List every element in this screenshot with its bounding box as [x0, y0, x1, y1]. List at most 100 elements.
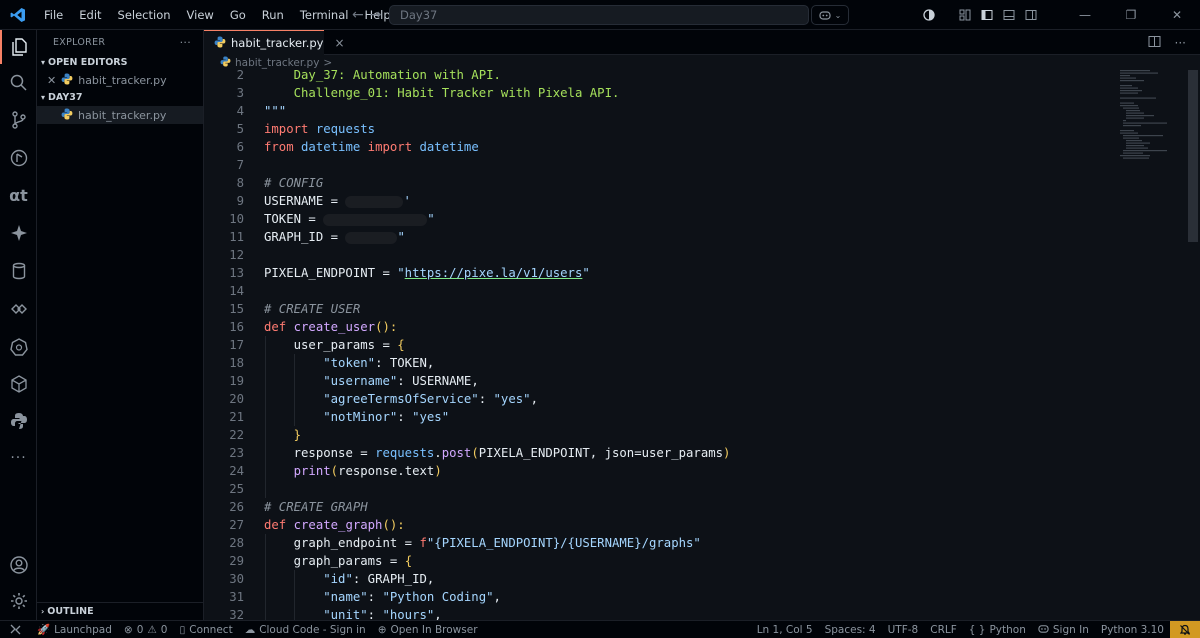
menu-go[interactable]: Go — [222, 0, 254, 30]
title-right-controls: — ❐ ✕ — [918, 0, 1200, 30]
code-line: 32 "unit": "hours", — [229, 608, 442, 620]
open-editor-item[interactable]: ✕ habit_tracker.py — [37, 71, 203, 89]
remote-explorer-icon[interactable] — [0, 292, 37, 326]
indentation[interactable]: Spaces: 4 — [819, 621, 882, 638]
explorer-header: EXPLORER ··· — [37, 30, 203, 54]
code-line: 31 "name": "Python Coding", — [229, 590, 501, 604]
encoding[interactable]: UTF-8 — [882, 621, 925, 638]
split-editor-icon[interactable] — [1148, 35, 1161, 51]
toggle-secondary-sidebar-icon[interactable] — [1020, 0, 1042, 30]
error-count: 0 — [136, 623, 144, 636]
open-editors-section[interactable]: ▾ OPEN EDITORS — [37, 54, 203, 71]
copilot-icon — [1038, 623, 1049, 637]
warning-count: 0 — [160, 623, 168, 636]
code-line: 23 response = requests.post(PIXELA_ENDPO… — [229, 446, 731, 460]
close-icon[interactable]: ✕ — [1154, 0, 1200, 30]
open-browser-item[interactable]: ⊕ Open In Browser — [372, 621, 484, 638]
code-editor[interactable]: 2 Day_37: Automation with API. 3 Challen… — [204, 66, 1200, 620]
editor-scrollbar-thumb[interactable] — [1188, 70, 1198, 242]
folder-label: DAY37 — [48, 92, 83, 103]
python-icon[interactable] — [0, 404, 37, 438]
code-line: 22 } — [229, 428, 302, 442]
code-line: 5 import requests — [236, 122, 376, 136]
explorer-more-icon[interactable]: ··· — [180, 36, 191, 49]
tab-habit-tracker[interactable]: habit_tracker.py × — [204, 30, 345, 55]
minimap[interactable] — [1118, 70, 1178, 160]
toggle-panel-icon[interactable] — [998, 0, 1020, 30]
code-line: 9 USERNAME = ' — [236, 194, 411, 208]
remote-indicator-icon[interactable] — [0, 621, 31, 638]
toggle-sidebar-icon[interactable] — [976, 0, 998, 30]
python-file-icon — [61, 108, 73, 123]
editor-actions: ··· — [1148, 30, 1186, 55]
code-line: 7 — [236, 158, 244, 172]
code-line: 21 "notMinor": "yes" — [229, 410, 450, 424]
copilot-button[interactable]: ⌄ — [811, 5, 849, 25]
close-editor-icon[interactable]: ✕ — [47, 74, 56, 87]
database-icon[interactable] — [0, 254, 37, 288]
cursor-position[interactable]: Ln 1, Col 5 — [751, 621, 819, 638]
menu-bar: File Edit Selection View Go Run Terminal… — [36, 0, 399, 30]
problems-item[interactable]: ⊗ 0 ⚠ 0 — [118, 621, 174, 638]
search-icon[interactable] — [0, 66, 37, 100]
menu-view[interactable]: View — [179, 0, 222, 30]
code-line: 14 — [229, 284, 244, 298]
explorer-icon[interactable] — [0, 30, 37, 64]
command-center-search[interactable]: Day37 — [389, 5, 809, 25]
menu-terminal[interactable]: Terminal — [292, 0, 357, 30]
gitlens-icon[interactable]: αt — [0, 178, 37, 212]
error-icon: ⊗ — [123, 623, 133, 636]
chevron-down-icon: ⌄ — [834, 10, 842, 20]
globe-icon: ⊕ — [377, 623, 387, 636]
containers-icon[interactable] — [0, 367, 37, 401]
run-debug-icon[interactable] — [0, 141, 37, 175]
code-line: 6 from datetime import datetime — [236, 140, 479, 154]
connect-item[interactable]: ▯ Connect — [173, 621, 238, 638]
folder-file-item[interactable]: habit_tracker.py — [37, 106, 203, 124]
copilot-icon — [819, 11, 831, 20]
language-mode[interactable]: { } Python — [963, 621, 1032, 638]
layout-customize-icon[interactable] — [954, 0, 976, 30]
folder-section[interactable]: ▾ DAY37 — [37, 89, 203, 106]
settings-gear-icon[interactable] — [0, 584, 37, 618]
kubernetes-icon[interactable] — [0, 330, 37, 364]
menu-file[interactable]: File — [36, 0, 71, 30]
outline-section[interactable]: › OUTLINE — [37, 602, 204, 620]
tab-label: habit_tracker.py — [231, 36, 324, 50]
source-control-icon[interactable] — [0, 103, 37, 137]
restore-icon[interactable]: ❐ — [1108, 0, 1154, 30]
sign-in-item[interactable]: Sign In — [1032, 621, 1095, 638]
python-file-icon — [61, 73, 73, 88]
code-line: 2 Day_37: Automation with API. — [236, 68, 501, 82]
menu-run[interactable]: Run — [254, 0, 292, 30]
python-interpreter[interactable]: Python 3.10 — [1095, 621, 1170, 638]
cloud-code-item[interactable]: ☁ Cloud Code - Sign in — [239, 621, 372, 638]
tab-close-icon[interactable]: × — [334, 36, 344, 50]
cloud-code-label: Cloud Code - Sign in — [259, 623, 366, 636]
end-of-line[interactable]: CRLF — [924, 621, 963, 638]
launchpad-item[interactable]: 🚀 Launchpad — [31, 621, 118, 638]
open-editors-label: OPEN EDITORS — [48, 57, 128, 68]
minimize-icon[interactable]: — — [1062, 0, 1108, 30]
endpoint-url-link[interactable]: https://pixe.la/v1/users — [405, 266, 583, 280]
copilot-sparkle-icon[interactable] — [0, 216, 37, 250]
language-label: Python — [989, 624, 1026, 636]
accounts-icon[interactable] — [918, 0, 940, 30]
forward-arrow-icon[interactable]: → — [370, 7, 382, 23]
redacted-value — [345, 231, 398, 244]
code-line: 25 — [229, 482, 244, 496]
redacted-value — [345, 195, 404, 208]
sign-in-label: Sign In — [1052, 624, 1089, 636]
more-actions-icon[interactable]: ··· — [1175, 36, 1186, 50]
notifications-bell-icon[interactable] — [1170, 621, 1200, 638]
explorer-title: EXPLORER — [53, 36, 106, 48]
status-bar: 🚀 Launchpad ⊗ 0 ⚠ 0 ▯ Connect ☁ Cloud Co… — [0, 620, 1200, 638]
vscode-logo-icon[interactable] — [0, 0, 36, 30]
more-views-icon[interactable]: ··· — [0, 441, 37, 475]
menu-selection[interactable]: Selection — [110, 0, 179, 30]
braces-icon: { } — [968, 624, 986, 636]
warning-icon: ⚠ — [147, 623, 157, 636]
back-arrow-icon[interactable]: ← — [352, 7, 364, 23]
menu-edit[interactable]: Edit — [71, 0, 109, 30]
account-icon[interactable] — [0, 548, 37, 582]
